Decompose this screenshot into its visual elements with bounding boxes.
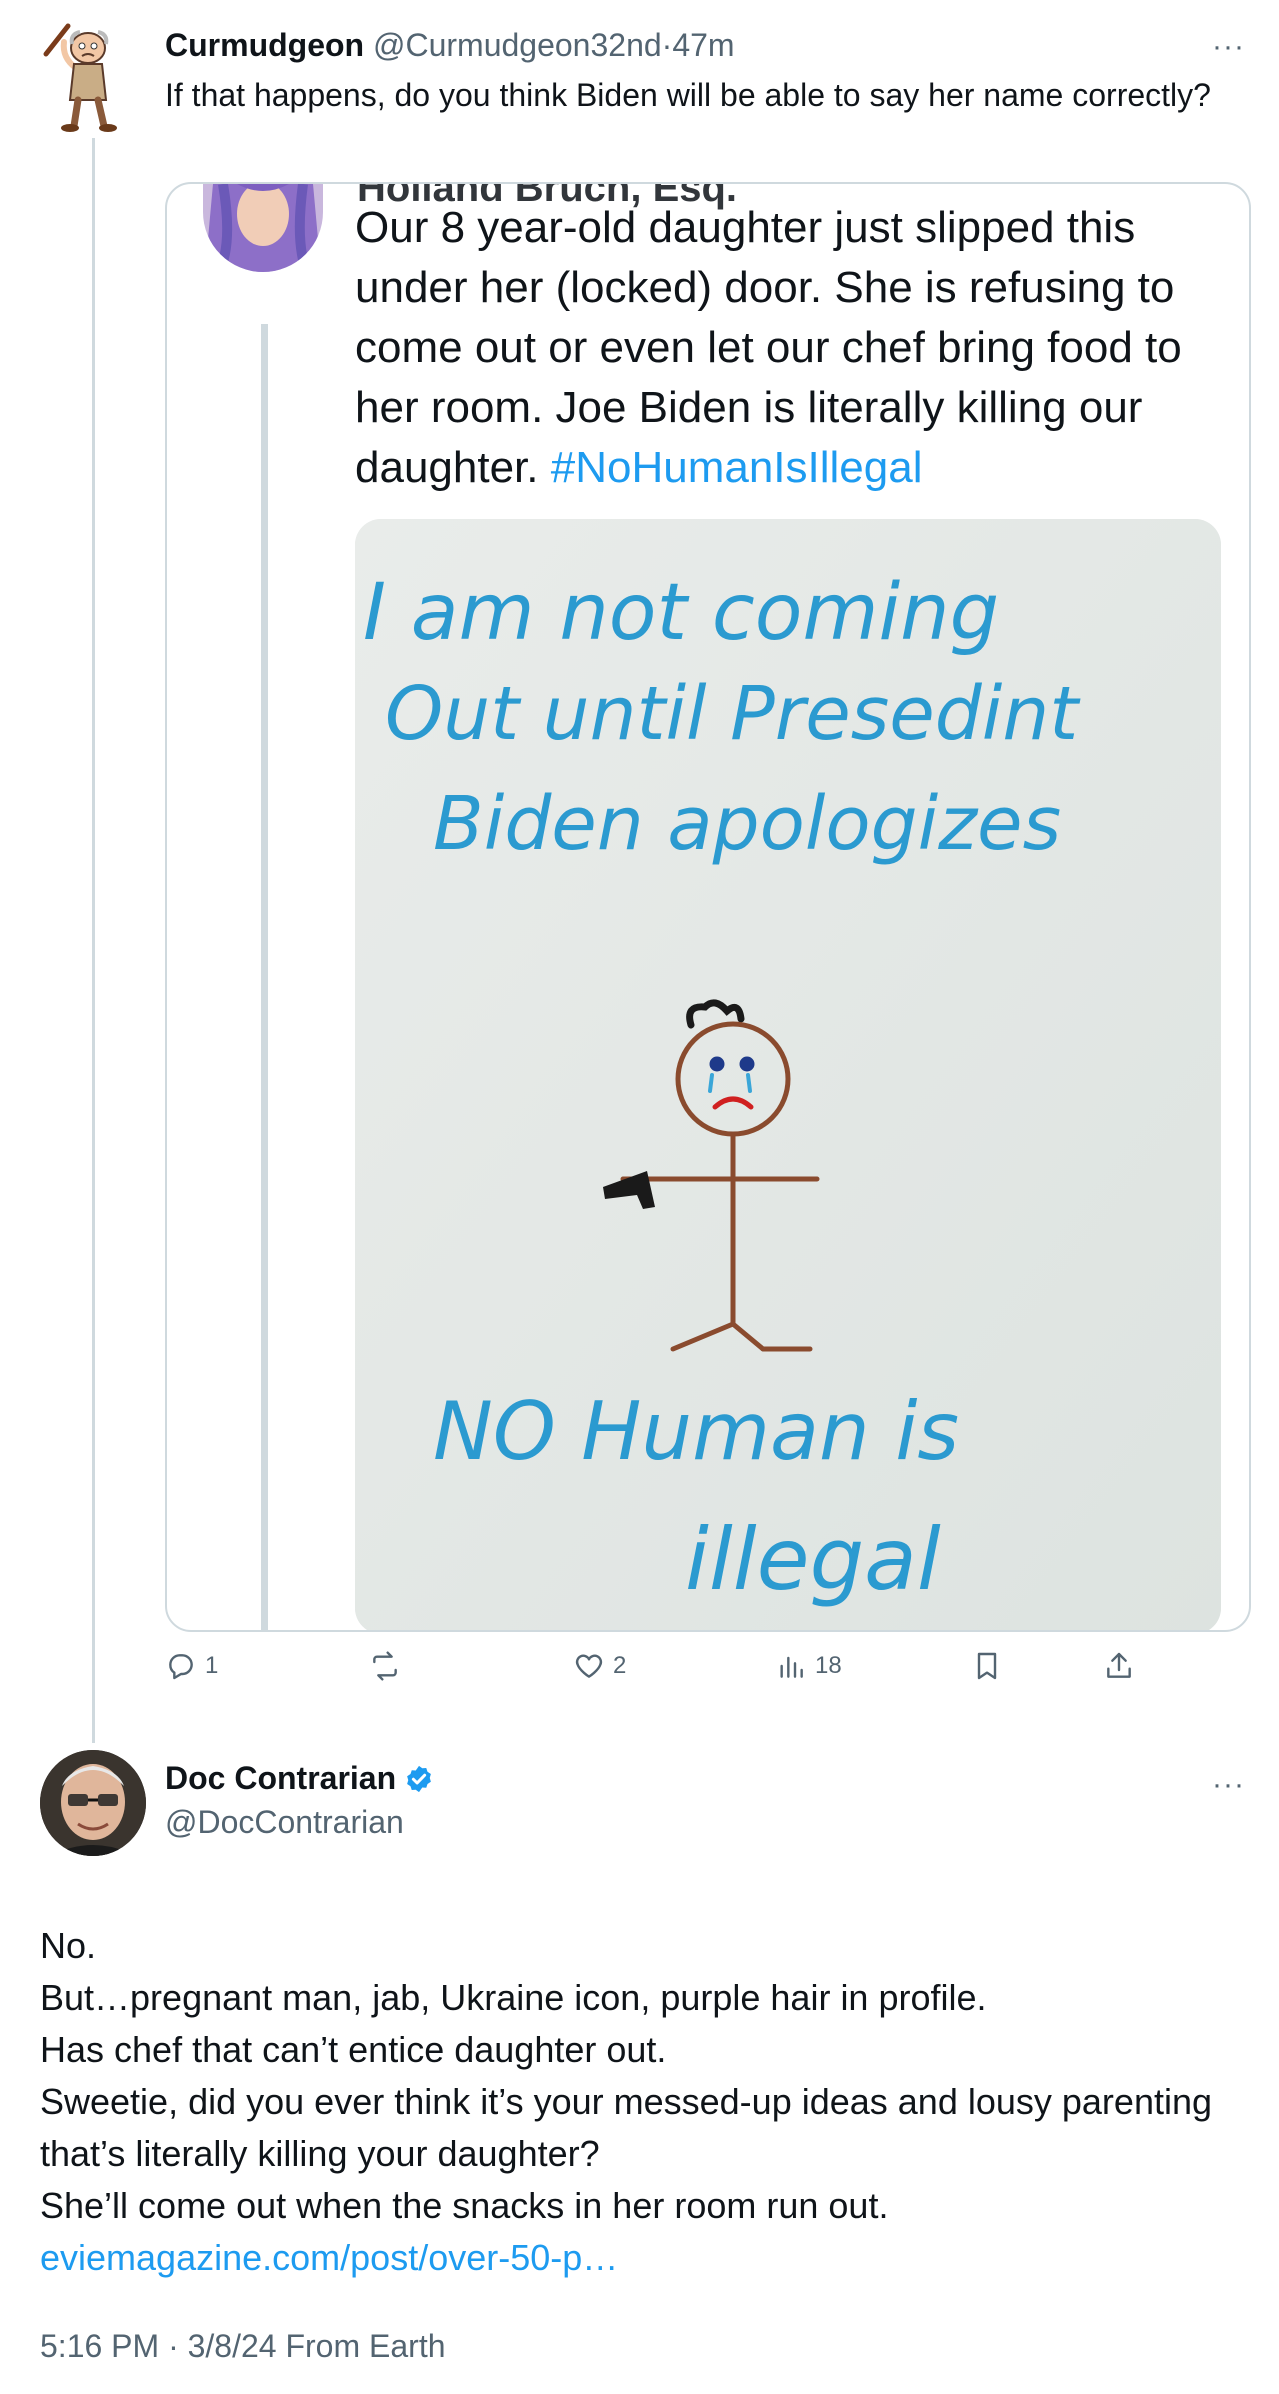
hashtag-link[interactable]: #NoHumanIsIllegal [551, 443, 923, 492]
drawing-canvas: I am not coming Out until Presedint Bide… [355, 519, 1221, 1630]
tweet-line: Sweetie, did you ever think it’s your me… [40, 2081, 1213, 2174]
child-drawing-image[interactable]: I am not coming Out until Presedint Bide… [355, 519, 1221, 1630]
repost-icon [373, 1651, 397, 1681]
user-handle[interactable]: @Curmudgeon32nd [373, 27, 662, 63]
quoted-avatar [203, 184, 323, 272]
tweet-line: But…pregnant man, jab, Ukraine icon, pur… [40, 1977, 987, 2018]
drawing-text-line-4: NO Human is [433, 1385, 959, 1478]
tweet-body: No. But…pregnant man, jab, Ukraine icon,… [40, 1920, 1240, 2284]
user-handle[interactable]: @DocContrarian [165, 1804, 404, 1841]
more-options-icon[interactable]: ··· [1212, 30, 1245, 64]
tweet-line: Has chef that can’t entice daughter out. [40, 2029, 667, 2070]
post-timestamp[interactable]: 5:16 PM · 3/8/24 From Earth [40, 2328, 446, 2365]
verified-badge-icon[interactable] [404, 1764, 434, 1794]
share-button[interactable] [1103, 1650, 1135, 1682]
avatar[interactable] [40, 1750, 146, 1856]
action-bar: 1 2 18 [165, 1650, 1165, 1690]
quoted-media-card[interactable]: Holland Bruch, Esq. Our 8 year-old daugh… [165, 182, 1251, 1632]
bookmark-button[interactable] [971, 1650, 1003, 1682]
drawing-text-line-5: illegal [685, 1510, 941, 1610]
drawing-text-line-1: I am not coming [363, 568, 999, 658]
curmudgeon-cartoon-avatar [43, 23, 117, 132]
tweet-line: She’ll come out when the snacks in her r… [40, 2185, 889, 2226]
display-name[interactable]: Doc Contrarian [165, 1760, 396, 1797]
tweet-line: No. [40, 1925, 97, 1966]
bookmark-icon [977, 1652, 997, 1680]
like-count: 2 [613, 1652, 627, 1679]
like-button[interactable]: 2 [573, 1650, 626, 1682]
reply-count: 1 [205, 1652, 219, 1679]
reply-icon [169, 1654, 193, 1680]
doc-contrarian-photo-avatar [40, 1750, 146, 1856]
reply-text: If that happens, do you think Biden will… [165, 77, 1211, 113]
drawing-text-line-3: Biden apologizes [433, 781, 1061, 867]
post-time[interactable]: 47m [672, 27, 734, 63]
like-icon [575, 1654, 603, 1678]
avatar[interactable] [40, 22, 142, 136]
author-name-row: Doc Contrarian [165, 1760, 434, 1797]
header-separator: · [661, 27, 673, 63]
reply-header: Curmudgeon @Curmudgeon32nd·47m [165, 22, 735, 68]
view-count: 18 [815, 1652, 842, 1679]
repost-button[interactable] [369, 1650, 409, 1682]
quoted-thread-line [261, 324, 268, 1630]
thread-connector-line [92, 138, 95, 1743]
views-icon [780, 1656, 803, 1678]
purple-hair-avatar-icon [203, 184, 323, 272]
views-button[interactable]: 18 [775, 1650, 842, 1682]
reply-button[interactable]: 1 [165, 1650, 218, 1682]
quoted-text: Our 8 year-old daughter just slipped thi… [355, 198, 1235, 498]
drawing-text-line-2: Out until Presedint [385, 671, 1081, 757]
article-link[interactable]: eviemagazine.com/post/over-50-p… [40, 2232, 1240, 2284]
share-icon [1107, 1652, 1131, 1678]
more-options-icon[interactable]: ··· [1212, 1768, 1245, 1802]
display-name[interactable]: Curmudgeon [165, 27, 364, 63]
